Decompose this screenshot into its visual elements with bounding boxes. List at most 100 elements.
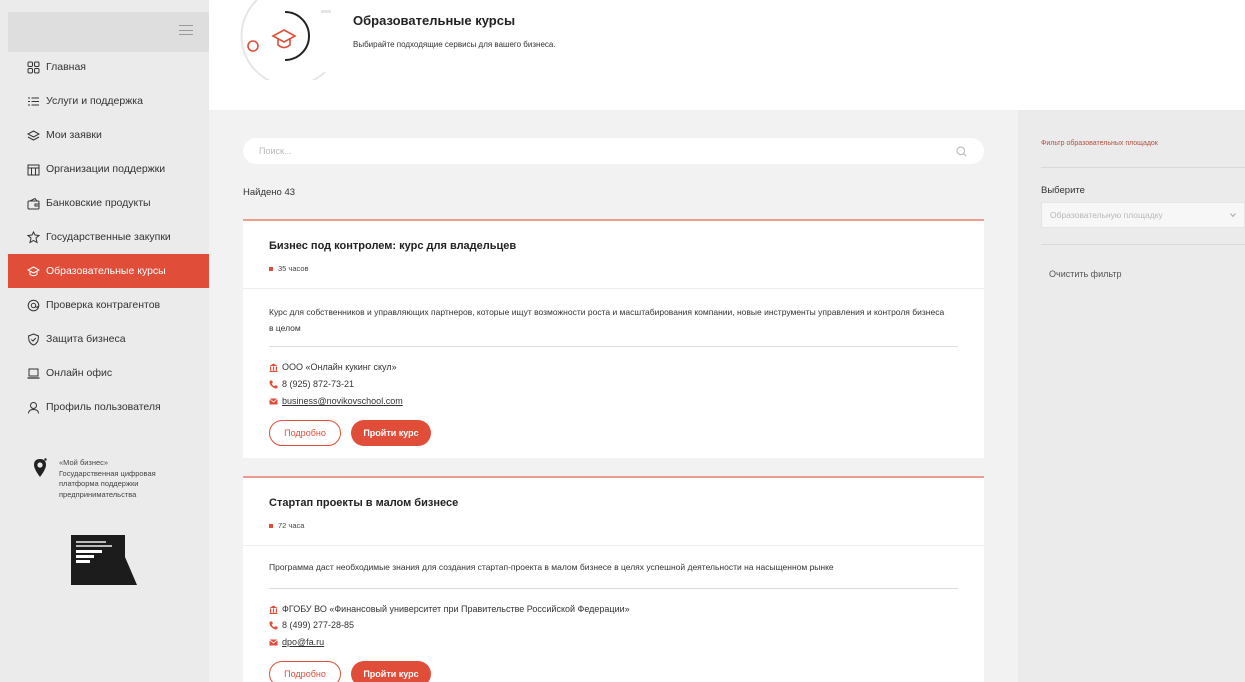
course-title: Стартап проекты в малом бизнесе (269, 497, 459, 509)
organization-name: ООО «Онлайн кукинг скул» (282, 362, 397, 372)
divider (269, 588, 958, 589)
brand-line: «Мой бизнес» (59, 458, 109, 467)
search-bar (243, 138, 984, 164)
course-card: Бизнес под контролем: курс для владельце… (243, 219, 984, 458)
course-phone: 8 (925) 872-73-21 (269, 379, 354, 389)
course-hours-value: 35 часов (278, 264, 309, 273)
sidebar-item-label: Банковские продукты (46, 197, 151, 209)
emblem-icon (27, 230, 40, 243)
sidebar-item-label: Профиль пользователя (46, 401, 161, 413)
sidebar-item-courses[interactable]: Образовательные курсы (8, 254, 209, 288)
at-icon (27, 299, 40, 311)
graduation-cap-icon (27, 265, 40, 277)
brand-text: «Мой бизнес» Государственная цифровая пл… (59, 458, 156, 500)
divider (269, 346, 958, 347)
search-input[interactable] (243, 138, 923, 164)
brand-line: платформа поддержки (59, 479, 139, 488)
course-description: Программа даст необходимые знания для со… (269, 562, 834, 572)
sidebar-item-label: Организации поддержки (46, 163, 166, 175)
course-description: Курс для собственников и управляющих пар… (269, 307, 945, 333)
sidebar-item-label: Защита бизнеса (46, 333, 126, 345)
sidebar-item-user-profile[interactable]: Профиль пользователя (8, 390, 209, 424)
hamburger-menu-icon[interactable] (179, 25, 193, 35)
chevron-down-icon (1230, 213, 1236, 218)
sidebar-item-label: Образовательные курсы (46, 265, 166, 277)
filter-title: Фильтр образовательных площадок (1041, 140, 1158, 147)
clear-filter-button[interactable]: Очистить фильтр (1049, 269, 1121, 279)
sidebar-item-label: Онлайн офис (46, 367, 113, 379)
mail-icon (269, 638, 278, 645)
details-button[interactable]: Подробно (269, 420, 341, 446)
email-link[interactable]: business@novikovschool.com (282, 396, 403, 406)
list-icon (27, 95, 40, 107)
page-header: Образовательные курсы Выбирайте подходящ… (209, 0, 1245, 110)
phone-number: 8 (925) 872-73-21 (282, 379, 355, 389)
page-subtitle: Выбирайте подходящие сервисы для вашего … (353, 40, 556, 49)
platform-select[interactable]: Образовательную площадку (1041, 202, 1245, 228)
course-title: Бизнес под контролем: курс для владельце… (269, 240, 517, 252)
sidebar-item-label: Государственные закупки (46, 231, 171, 243)
sidebar-item-label: Услуги и поддержка (46, 95, 143, 107)
sidebar-item-counterparty-check[interactable]: Проверка контрагентов (8, 288, 209, 322)
course-hours-value: 72 часа (278, 521, 305, 530)
national-projects-logo (71, 535, 137, 585)
sidebar-item-label: Проверка контрагентов (46, 299, 161, 311)
mail-icon (269, 397, 278, 404)
course-organization: ООО «Онлайн кукинг скул» (269, 362, 397, 372)
sidebar: Главная Услуги и поддержка Мои заявки Ор… (0, 0, 209, 682)
filter-panel: Фильтр образовательных площадок Выберите… (1018, 110, 1245, 682)
results-count: Найдено 43 (243, 187, 296, 198)
email-link[interactable]: dpo@fa.ru (282, 637, 324, 647)
institution-icon (269, 363, 278, 372)
course-organization: ФГОБУ ВО «Финансовый университет при Пра… (269, 604, 630, 614)
platform-select-placeholder: Образовательную площадку (1050, 210, 1163, 220)
search-icon[interactable] (956, 146, 967, 157)
institution-icon (269, 605, 278, 614)
phone-icon (269, 380, 278, 389)
sidebar-nav: Главная Услуги и поддержка Мои заявки Ор… (8, 50, 209, 424)
phone-icon (269, 621, 278, 630)
graduation-cap-header-icon (240, 0, 331, 80)
sidebar-item-online-office[interactable]: Онлайн офис (8, 356, 209, 390)
enroll-button[interactable]: Пройти курс (351, 661, 431, 682)
divider (1041, 167, 1245, 168)
sidebar-item-support-orgs[interactable]: Организации поддержки (8, 152, 209, 186)
course-hours: 72 часа (269, 521, 304, 530)
sidebar-item-label: Главная (46, 61, 86, 73)
bullet-icon (269, 266, 273, 271)
divider (1041, 244, 1245, 245)
phone-number: 8 (499) 277-28-85 (282, 620, 355, 630)
platform-brand: «Мой бизнес» Государственная цифровая пл… (33, 458, 203, 500)
enroll-button[interactable]: Пройти курс (351, 420, 431, 446)
divider (243, 545, 984, 546)
sidebar-item-bank-products[interactable]: Банковские продукты (8, 186, 209, 220)
building-icon (27, 163, 40, 175)
layers-icon (27, 129, 40, 141)
sidebar-item-label: Мои заявки (46, 129, 102, 141)
sidebar-item-services[interactable]: Услуги и поддержка (8, 84, 209, 118)
filter-choose-label: Выберите (1041, 185, 1085, 196)
location-pin-logo-icon (34, 458, 47, 477)
organization-name: ФГОБУ ВО «Финансовый университет при Пра… (282, 604, 630, 614)
details-button[interactable]: Подробно (269, 661, 341, 682)
user-icon (27, 401, 40, 414)
wallet-icon (27, 197, 40, 209)
course-email: dpo@fa.ru (269, 637, 324, 647)
course-email: business@novikovschool.com (269, 396, 403, 406)
brand-line: Государственная цифровая (59, 468, 156, 478)
sidebar-item-requests[interactable]: Мои заявки (8, 118, 209, 152)
laptop-icon (27, 367, 40, 379)
page-title: Образовательные курсы (353, 13, 516, 28)
sidebar-header (8, 12, 209, 52)
shield-icon (27, 332, 40, 346)
sidebar-item-home[interactable]: Главная (8, 50, 209, 84)
sidebar-item-business-protection[interactable]: Защита бизнеса (8, 322, 209, 356)
brand-line: предпринимательства (59, 489, 137, 499)
course-phone: 8 (499) 277-28-85 (269, 620, 354, 630)
divider (243, 288, 984, 289)
course-hours: 35 часов (269, 264, 309, 273)
sidebar-item-procurement[interactable]: Государственные закупки (8, 220, 209, 254)
course-card: Стартап проекты в малом бизнесе 72 часа … (243, 476, 984, 682)
bullet-icon (269, 523, 273, 528)
grid-icon (27, 61, 40, 73)
